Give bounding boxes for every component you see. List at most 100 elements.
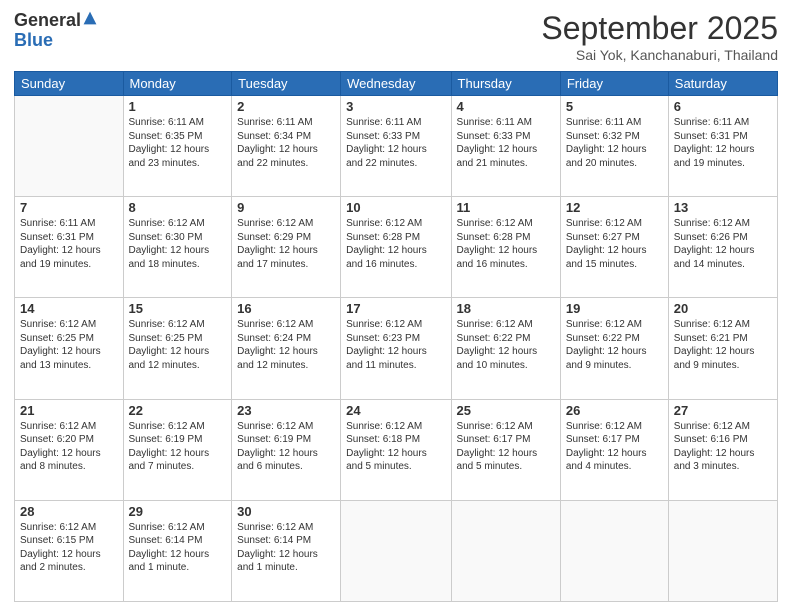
day-info: Sunrise: 6:12 AMSunset: 6:17 PMDaylight:… bbox=[457, 420, 555, 474]
logo-general: General bbox=[14, 10, 81, 30]
location: Sai Yok, Kanchanaburi, Thailand bbox=[541, 47, 778, 63]
calendar-day-cell: 23Sunrise: 6:12 AMSunset: 6:19 PMDayligh… bbox=[232, 399, 341, 500]
calendar-week-row: 1 Sunrise: 6:11 AMSunset: 6:35 PMDaylight… bbox=[15, 96, 778, 197]
day-number: 23 bbox=[237, 403, 335, 418]
day-info: Sunrise: 6:12 AMSunset: 6:17 PMDaylight:… bbox=[566, 420, 663, 474]
day-number: 7 bbox=[20, 200, 118, 215]
day-number: 28 bbox=[20, 504, 118, 519]
day-info: Sunrise: 6:11 AMSunset: 6:31 PMDaylight:… bbox=[20, 217, 118, 271]
calendar-day-cell: 29 Sunrise: 6:12 AMSunset: 6:14 PMDayligh… bbox=[123, 500, 232, 601]
day-info: Sunrise: 6:12 AMSunset: 6:19 PMDaylight:… bbox=[129, 420, 227, 474]
calendar-week-row: 28Sunrise: 6:12 AMSunset: 6:15 PMDayligh… bbox=[15, 500, 778, 601]
logo: General Blue bbox=[14, 10, 98, 51]
calendar-day-cell: 7 Sunrise: 6:11 AMSunset: 6:31 PMDaylight… bbox=[15, 197, 124, 298]
day-info: Sunrise: 6:12 AMSunset: 6:18 PMDaylight:… bbox=[346, 420, 445, 474]
day-number: 18 bbox=[457, 301, 555, 316]
calendar-day-cell: 10Sunrise: 6:12 AMSunset: 6:28 PMDayligh… bbox=[341, 197, 451, 298]
day-info: Sunrise: 6:12 AMSunset: 6:28 PMDaylight:… bbox=[346, 217, 445, 271]
day-number: 29 bbox=[129, 504, 227, 519]
calendar-week-row: 14 Sunrise: 6:12 AMSunset: 6:25 PMDayligh… bbox=[15, 298, 778, 399]
day-number: 5 bbox=[566, 99, 663, 114]
day-info: Sunrise: 6:12 AMSunset: 6:14 PMDaylight:… bbox=[129, 521, 227, 575]
day-info: Sunrise: 6:12 AMSunset: 6:25 PMDaylight:… bbox=[20, 318, 118, 372]
day-number: 11 bbox=[457, 200, 555, 215]
day-info: Sunrise: 6:12 AMSunset: 6:28 PMDaylight:… bbox=[457, 217, 555, 271]
calendar-day-cell: 26 Sunrise: 6:12 AMSunset: 6:17 PMDayligh… bbox=[560, 399, 668, 500]
day-number: 3 bbox=[346, 99, 445, 114]
day-info: Sunrise: 6:12 AMSunset: 6:16 PMDaylight:… bbox=[674, 420, 772, 474]
day-info: Sunrise: 6:12 AMSunset: 6:22 PMDaylight:… bbox=[457, 318, 555, 372]
calendar-day-cell: 9Sunrise: 6:12 AMSunset: 6:29 PMDaylight… bbox=[232, 197, 341, 298]
day-number: 19 bbox=[566, 301, 663, 316]
weekday-header: Thursday bbox=[451, 72, 560, 96]
calendar-day-cell: 11 Sunrise: 6:12 AMSunset: 6:28 PMDayligh… bbox=[451, 197, 560, 298]
day-number: 4 bbox=[457, 99, 555, 114]
day-info: Sunrise: 6:12 AMSunset: 6:26 PMDaylight:… bbox=[674, 217, 772, 271]
day-number: 14 bbox=[20, 301, 118, 316]
calendar-day-cell: 17Sunrise: 6:12 AMSunset: 6:23 PMDayligh… bbox=[341, 298, 451, 399]
day-number: 30 bbox=[237, 504, 335, 519]
calendar-day-cell: 16 Sunrise: 6:12 AMSunset: 6:24 PMDayligh… bbox=[232, 298, 341, 399]
calendar-day-cell: 4 Sunrise: 6:11 AMSunset: 6:33 PMDaylight… bbox=[451, 96, 560, 197]
weekday-header: Saturday bbox=[668, 72, 777, 96]
day-number: 1 bbox=[129, 99, 227, 114]
day-info: Sunrise: 6:11 AMSunset: 6:35 PMDaylight:… bbox=[129, 116, 227, 170]
day-info: Sunrise: 6:12 AMSunset: 6:14 PMDaylight:… bbox=[237, 521, 335, 575]
calendar-day-cell: 24 Sunrise: 6:12 AMSunset: 6:18 PMDayligh… bbox=[341, 399, 451, 500]
calendar-day-cell: 18 Sunrise: 6:12 AMSunset: 6:22 PMDayligh… bbox=[451, 298, 560, 399]
calendar-day-cell: 20Sunrise: 6:12 AMSunset: 6:21 PMDayligh… bbox=[668, 298, 777, 399]
day-number: 15 bbox=[129, 301, 227, 316]
title-block: September 2025 Sai Yok, Kanchanaburi, Th… bbox=[541, 10, 778, 63]
day-number: 6 bbox=[674, 99, 772, 114]
day-info: Sunrise: 6:11 AMSunset: 6:31 PMDaylight:… bbox=[674, 116, 772, 170]
page-header: General Blue September 2025 Sai Yok, Kan… bbox=[14, 10, 778, 63]
day-number: 25 bbox=[457, 403, 555, 418]
day-number: 13 bbox=[674, 200, 772, 215]
day-info: Sunrise: 6:11 AMSunset: 6:32 PMDaylight:… bbox=[566, 116, 663, 170]
day-info: Sunrise: 6:11 AMSunset: 6:33 PMDaylight:… bbox=[457, 116, 555, 170]
calendar-header-row: SundayMondayTuesdayWednesdayThursdayFrid… bbox=[15, 72, 778, 96]
calendar-day-cell: 28Sunrise: 6:12 AMSunset: 6:15 PMDayligh… bbox=[15, 500, 124, 601]
calendar-day-cell: 5 Sunrise: 6:11 AMSunset: 6:32 PMDaylight… bbox=[560, 96, 668, 197]
calendar-day-cell: 1 Sunrise: 6:11 AMSunset: 6:35 PMDaylight… bbox=[123, 96, 232, 197]
day-info: Sunrise: 6:12 AMSunset: 6:21 PMDaylight:… bbox=[674, 318, 772, 372]
calendar-day-cell: 12Sunrise: 6:12 AMSunset: 6:27 PMDayligh… bbox=[560, 197, 668, 298]
calendar-day-cell: 6 Sunrise: 6:11 AMSunset: 6:31 PMDaylight… bbox=[668, 96, 777, 197]
day-info: Sunrise: 6:12 AMSunset: 6:20 PMDaylight:… bbox=[20, 420, 118, 474]
day-number: 24 bbox=[346, 403, 445, 418]
logo-text: General Blue bbox=[14, 10, 98, 51]
calendar-day-cell: 30 Sunrise: 6:12 AMSunset: 6:14 PMDayligh… bbox=[232, 500, 341, 601]
day-number: 9 bbox=[237, 200, 335, 215]
weekday-header: Sunday bbox=[15, 72, 124, 96]
calendar-day-cell: 27Sunrise: 6:12 AMSunset: 6:16 PMDayligh… bbox=[668, 399, 777, 500]
calendar-week-row: 21 Sunrise: 6:12 AMSunset: 6:20 PMDayligh… bbox=[15, 399, 778, 500]
day-info: Sunrise: 6:11 AMSunset: 6:34 PMDaylight:… bbox=[237, 116, 335, 170]
weekday-header: Tuesday bbox=[232, 72, 341, 96]
day-number: 26 bbox=[566, 403, 663, 418]
day-info: Sunrise: 6:12 AMSunset: 6:25 PMDaylight:… bbox=[129, 318, 227, 372]
calendar-day-cell: 13 Sunrise: 6:12 AMSunset: 6:26 PMDayligh… bbox=[668, 197, 777, 298]
logo-icon bbox=[82, 10, 98, 26]
weekday-header: Monday bbox=[123, 72, 232, 96]
calendar: SundayMondayTuesdayWednesdayThursdayFrid… bbox=[14, 71, 778, 602]
calendar-day-cell bbox=[15, 96, 124, 197]
calendar-day-cell bbox=[560, 500, 668, 601]
day-info: Sunrise: 6:12 AMSunset: 6:24 PMDaylight:… bbox=[237, 318, 335, 372]
day-number: 21 bbox=[20, 403, 118, 418]
calendar-day-cell: 8 Sunrise: 6:12 AMSunset: 6:30 PMDaylight… bbox=[123, 197, 232, 298]
day-info: Sunrise: 6:11 AMSunset: 6:33 PMDaylight:… bbox=[346, 116, 445, 170]
month-title: September 2025 bbox=[541, 10, 778, 47]
calendar-day-cell: 15 Sunrise: 6:12 AMSunset: 6:25 PMDayligh… bbox=[123, 298, 232, 399]
calendar-day-cell: 3 Sunrise: 6:11 AMSunset: 6:33 PMDaylight… bbox=[341, 96, 451, 197]
day-number: 8 bbox=[129, 200, 227, 215]
logo-blue: Blue bbox=[14, 30, 53, 50]
calendar-day-cell: 14 Sunrise: 6:12 AMSunset: 6:25 PMDayligh… bbox=[15, 298, 124, 399]
calendar-day-cell bbox=[668, 500, 777, 601]
day-number: 17 bbox=[346, 301, 445, 316]
day-number: 16 bbox=[237, 301, 335, 316]
calendar-week-row: 7 Sunrise: 6:11 AMSunset: 6:31 PMDaylight… bbox=[15, 197, 778, 298]
day-info: Sunrise: 6:12 AMSunset: 6:30 PMDaylight:… bbox=[129, 217, 227, 271]
calendar-day-cell: 25 Sunrise: 6:12 AMSunset: 6:17 PMDayligh… bbox=[451, 399, 560, 500]
calendar-day-cell: 21 Sunrise: 6:12 AMSunset: 6:20 PMDayligh… bbox=[15, 399, 124, 500]
weekday-header: Friday bbox=[560, 72, 668, 96]
